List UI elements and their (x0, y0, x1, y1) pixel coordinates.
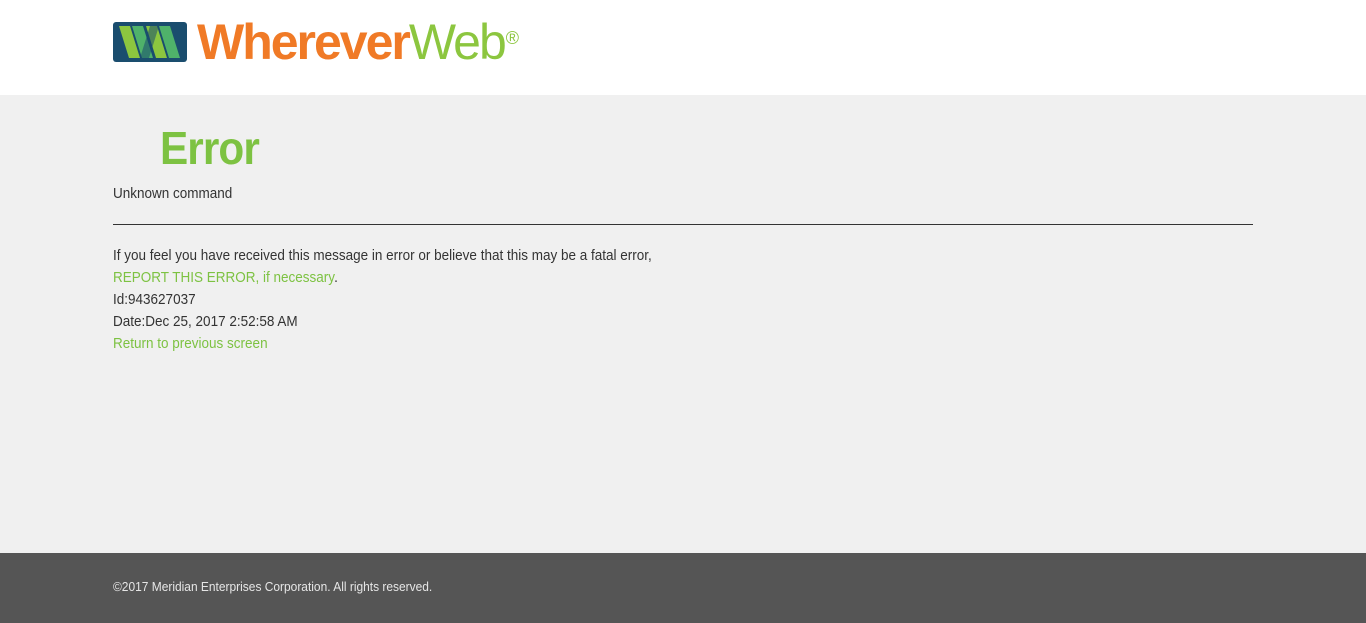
registered-mark: ® (505, 28, 520, 48)
page-footer: ©2017 Meridian Enterprises Corporation. … (0, 553, 1366, 623)
report-suffix: . (334, 269, 338, 286)
date-value: Dec 25, 2017 2:52:58 AM (145, 313, 298, 330)
wherever-web-logo[interactable]: WhereverWeb® (113, 17, 520, 67)
divider (113, 224, 1253, 225)
logo-wordmark: WhereverWeb® (197, 17, 520, 67)
report-line: REPORT THIS ERROR, if necessary. (113, 267, 652, 289)
id-label: Id: (113, 291, 129, 308)
return-line: Return to previous screen (113, 333, 652, 355)
error-id: Id:943627037 (113, 289, 652, 311)
page-title: Error (160, 122, 260, 174)
return-link[interactable]: Return to previous screen (113, 335, 268, 352)
date-label: Date: (113, 313, 146, 330)
logo-word-web: Web (408, 14, 507, 70)
ww-logo-icon (113, 22, 187, 62)
info-text: If you feel you have received this messa… (113, 247, 652, 264)
error-message: Unknown command (113, 185, 233, 202)
logo-word-wherever: Wherever (197, 14, 411, 70)
report-error-link[interactable]: REPORT THIS ERROR, if necessary (113, 269, 334, 286)
page-header: WhereverWeb® (0, 0, 1366, 95)
error-content: Error Unknown command If you feel you ha… (0, 95, 1366, 553)
error-details: If you feel you have received this messa… (113, 245, 712, 355)
copyright-text: ©2017 Meridian Enterprises Corporation. … (113, 579, 433, 594)
error-date: Date:Dec 25, 2017 2:52:58 AM (113, 311, 652, 333)
id-value: 943627037 (128, 291, 196, 308)
